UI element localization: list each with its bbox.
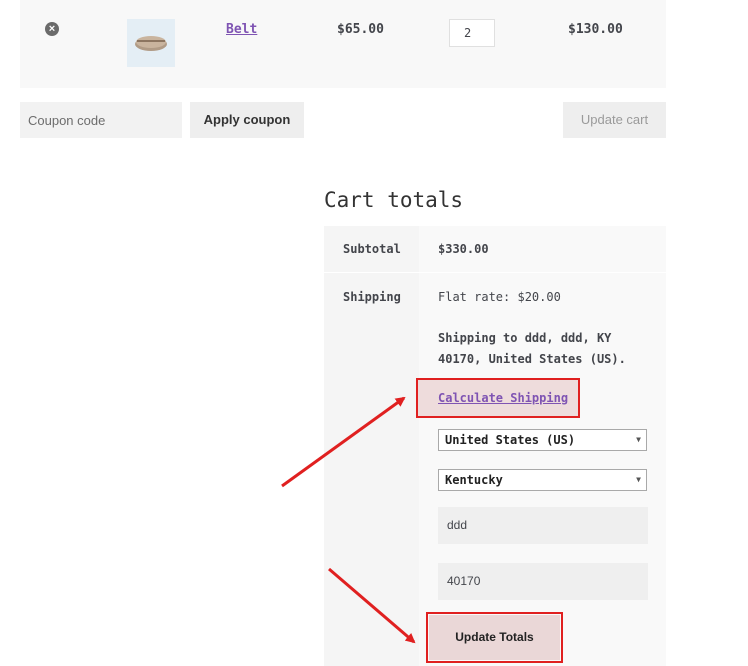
arrow-to-update	[328, 567, 416, 644]
arrow-to-calculate	[281, 396, 406, 488]
annotation-arrows	[281, 396, 416, 644]
